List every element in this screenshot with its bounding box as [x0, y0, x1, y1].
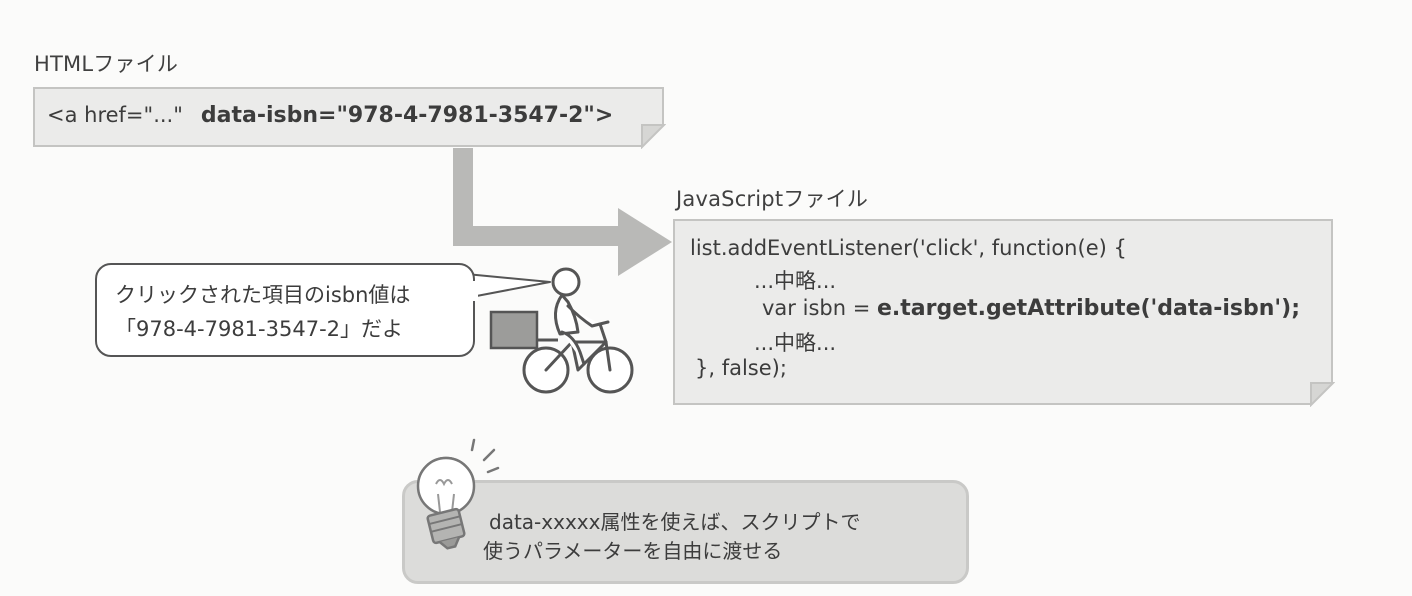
html-code-line: <a href="..." data-isbn="978-4-7981-3547-… [47, 103, 613, 128]
js-code-line-2: ...中略... [754, 269, 837, 293]
speech-line-1: クリックされた項目のisbn値は [115, 283, 411, 307]
js-code-var-decl: var isbn = [762, 296, 877, 320]
js-code-line-4: ...中略... [754, 331, 837, 355]
js-box-fold-corner [1310, 382, 1335, 407]
js-code-get-attribute: e.target.getAttribute('data-isbn'); [876, 296, 1300, 321]
tip-line-2: 使うパラメーターを自由に渡せる [483, 539, 783, 563]
speech-tail-mask [470, 281, 478, 301]
speech-line-2: 「978-4-7981-3547-2」だよ [115, 317, 404, 341]
bicycle-courier-illustration [489, 267, 634, 394]
js-code-box: list.addEventListener('click', function(… [673, 219, 1333, 405]
js-file-label: JavaScriptファイル [676, 187, 869, 211]
js-code-line-1: list.addEventListener('click', function(… [690, 236, 1127, 260]
html-code-prefix: <a href="..." [47, 103, 183, 127]
js-code-line-5: }, false); [695, 356, 787, 380]
html-code-attribute: data-isbn="978-4-7981-3547-2"> [200, 103, 614, 128]
html-file-label: HTMLファイル [34, 52, 179, 76]
speech-bubble: クリックされた項目のisbn値は 「978-4-7981-3547-2」だよ [95, 263, 475, 357]
tip-line-1: data-xxxxx属性を使えば、スクリプトで [489, 510, 861, 534]
html-code-box: <a href="..." data-isbn="978-4-7981-3547-… [33, 87, 664, 147]
html-box-fold-corner [641, 124, 666, 149]
lightbulb-overlay [416, 456, 476, 550]
js-code-line-3: var isbn = e.target.getAttribute('data-i… [762, 296, 1300, 321]
